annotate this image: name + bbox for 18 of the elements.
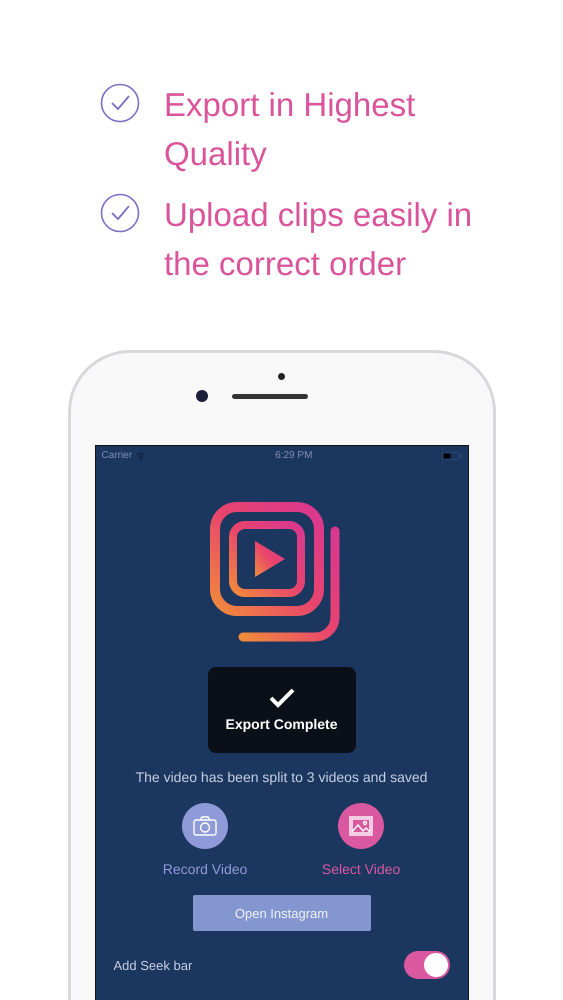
feature-text: Export in Highest Quality [164,85,416,174]
setting-label: Add Seek bar [114,958,192,972]
camera-lens [196,390,208,402]
status-message: The video has been split to 3 videos and saved [136,769,428,785]
seek-bar-toggle[interactable] [404,951,450,979]
sensor-dot [278,373,285,380]
clock-label: 6:29 PM [275,450,312,461]
battery-icon [442,452,462,460]
video-action-button[interactable]: Select Video [322,803,400,877]
toast-title: Export Complete [225,716,338,732]
image-icon [349,816,374,836]
video-action-button[interactable]: Record Video [162,803,248,877]
checkmark-icon [268,688,294,708]
wifi-icon [136,452,146,460]
carrier-label: Carrier [102,450,132,461]
open-instagram-button[interactable]: Open Instagram [192,895,370,931]
feature-text: Upload clips easily in the correct order [164,195,474,284]
camera-icon [193,816,218,836]
